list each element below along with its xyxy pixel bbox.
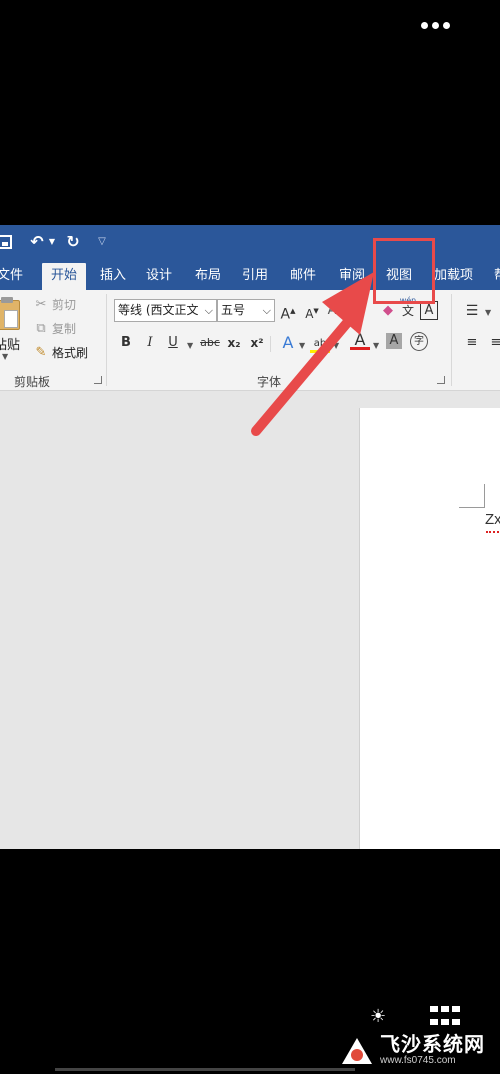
margin-corner-mark [459,484,485,508]
paste-icon [0,297,20,330]
change-case-button[interactable]: Aa [326,301,346,321]
font-dialog-launcher-icon[interactable] [437,376,445,384]
character-shading-button[interactable]: A [386,333,402,349]
save-icon[interactable] [0,232,14,251]
chevron-down-icon[interactable]: ⌵ [205,300,213,321]
align-left-icon[interactable]: ≡ [462,333,482,353]
bullets-button[interactable]: ☰ [462,301,482,321]
copy-icon: ⧉ [36,321,46,336]
apps-grid-icon[interactable] [430,1006,464,1028]
word-window: ↶ ▼ ↻ ▽ 文件 开始 插入 设计 布局 引用 邮件 审阅 视图 加载项 帮… [0,225,500,849]
brightness-icon[interactable]: ☀ [370,1006,392,1028]
tab-references[interactable]: 引用 [242,263,268,290]
strikethrough-button[interactable]: abc [199,333,221,353]
format-painter-button[interactable]: ✎ 格式刷 [34,344,88,361]
text-effects-button[interactable]: A [278,333,298,353]
undo-icon[interactable]: ↶ [28,232,46,251]
italic-button[interactable]: I [140,333,160,353]
tab-design[interactable]: 设计 [146,263,172,290]
view-tab-highlight-box [373,238,435,304]
watermark: 飞沙系统网 www.fs0745.com [340,1027,500,1071]
tab-home[interactable]: 开始 [42,263,86,290]
font-group-label: 字体 [257,375,282,389]
ribbon-home: 粘贴 ▼ ✂ 剪切 ⧉ 复制 ✎ 格式刷 剪贴板 等线 (西文正文 ⌵ 五号 ⌵… [0,290,500,391]
redo-icon[interactable]: ↻ [64,232,82,251]
tab-mailings[interactable]: 邮件 [290,263,316,290]
watermark-url: www.fs0745.com [380,1054,456,1066]
chevron-down-icon[interactable]: ⌵ [263,300,271,321]
text-effects-dropdown-icon[interactable]: ▼ [299,341,305,350]
font-color-button[interactable]: A [350,330,370,350]
document-area[interactable]: Zx [0,391,500,849]
document-text[interactable]: Zx [485,511,500,528]
enclose-characters-button[interactable]: 字 [410,332,428,351]
scissors-icon: ✂ [35,297,47,312]
customize-qat-icon[interactable]: ▽ [96,232,108,251]
group-separator [106,294,107,386]
tab-review[interactable]: 审阅 [339,263,365,290]
copy-button[interactable]: ⧉ 复制 [34,320,76,337]
tab-help[interactable]: 帮 [494,263,500,290]
site-logo-icon [340,1032,374,1066]
document-page[interactable]: Zx [359,408,500,849]
font-size-combo[interactable]: 五号 ⌵ [217,299,275,322]
tab-layout[interactable]: 布局 [195,263,221,290]
clipboard-group-label: 剪贴板 [14,375,51,389]
tab-insert[interactable]: 插入 [100,263,126,290]
shrink-font-button[interactable]: A▼ [302,301,322,324]
paste-dropdown-icon[interactable]: ▼ [2,352,8,361]
clear-formatting-icon[interactable]: ◆ [378,301,398,321]
group-separator [451,294,452,386]
highlight-color-button[interactable]: ab [310,333,330,353]
bold-button[interactable]: B [116,333,136,353]
font-color-dropdown-icon[interactable]: ▼ [373,341,379,350]
tab-addins[interactable]: 加载项 [434,263,473,290]
subscript-button[interactable]: x₂ [224,333,244,353]
paintbrush-icon: ✎ [35,345,47,360]
underline-dropdown-icon[interactable]: ▼ [187,341,193,350]
align-center-icon[interactable]: ≡ [486,333,500,353]
more-options-icon[interactable] [421,22,450,29]
group-separator [270,336,271,352]
bullets-dropdown-icon[interactable]: ▼ [485,308,491,317]
clipboard-dialog-launcher-icon[interactable] [94,376,102,384]
cut-button[interactable]: ✂ 剪切 [34,296,76,313]
undo-dropdown-icon[interactable]: ▼ [48,232,56,251]
highlight-dropdown-icon[interactable]: ▼ [333,341,339,350]
grow-font-button[interactable]: A▲ [278,301,298,325]
underline-button[interactable]: U [163,333,183,353]
spellcheck-underline [486,530,500,533]
font-name-combo[interactable]: 等线 (西文正文 ⌵ [114,299,217,322]
superscript-button[interactable]: x² [247,333,267,353]
tab-file[interactable]: 文件 [0,263,23,290]
watermark-title: 飞沙系统网 [380,1031,485,1056]
home-indicator [55,1068,355,1071]
